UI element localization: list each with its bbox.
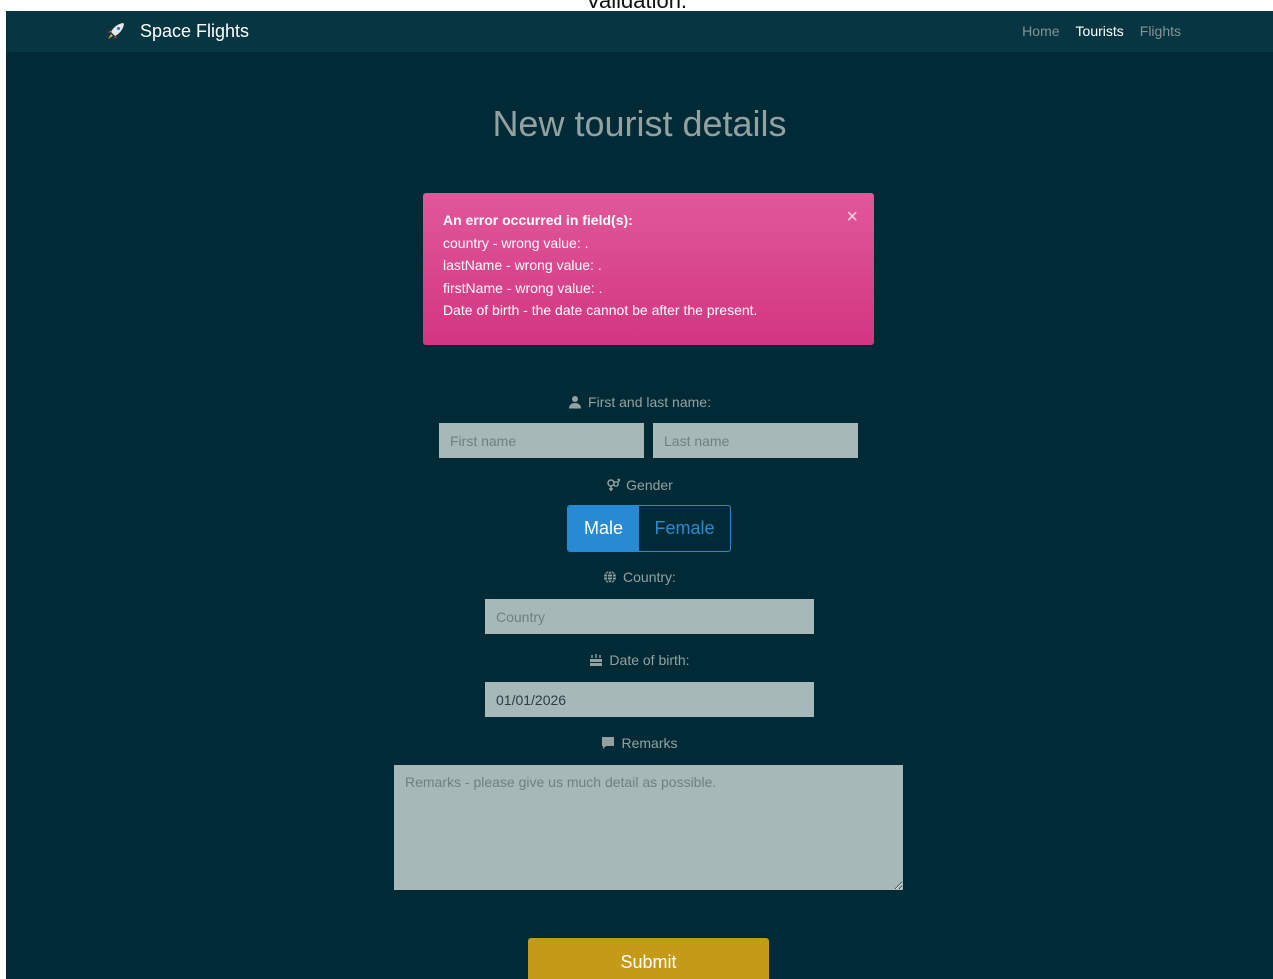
dob-label-text: Date of birth: bbox=[609, 652, 690, 668]
alert-line-lastname: lastName - wrong value: . bbox=[443, 257, 602, 273]
name-label: First and last name: bbox=[6, 394, 1273, 410]
country-label: Country: bbox=[6, 569, 1273, 585]
country-input[interactable] bbox=[485, 599, 814, 634]
globe-icon bbox=[604, 570, 617, 584]
gender-label: Gender bbox=[6, 477, 1273, 493]
nav-link-flights[interactable]: Flights bbox=[1140, 23, 1181, 39]
remarks-label-text: Remarks bbox=[621, 735, 678, 751]
close-icon[interactable]: × bbox=[846, 207, 858, 227]
alert-line-firstname: firstName - wrong value: . bbox=[443, 279, 603, 296]
gender-label-text: Gender bbox=[626, 477, 673, 493]
submit-button[interactable]: Submit bbox=[528, 938, 769, 979]
navbar: Space Flights Home Tourists Flights bbox=[6, 11, 1273, 52]
birthday-cake-icon bbox=[590, 654, 603, 666]
brand-name: Space Flights bbox=[140, 20, 250, 41]
remarks-textarea[interactable] bbox=[394, 765, 903, 890]
name-label-text: First and last name: bbox=[588, 394, 711, 410]
user-icon bbox=[569, 396, 582, 409]
comment-icon bbox=[602, 737, 615, 749]
gender-female-button[interactable]: Female bbox=[639, 506, 730, 551]
app-window: Space Flights Home Tourists Flights New … bbox=[6, 11, 1273, 979]
nav-links: Home Tourists Flights bbox=[1022, 17, 1181, 45]
brand-link[interactable]: Space Flights bbox=[106, 15, 249, 47]
dob-label: Date of birth: bbox=[6, 652, 1273, 668]
alert-line-dob: Date of birth - the date cannot be after… bbox=[443, 302, 758, 318]
country-label-text: Country: bbox=[623, 569, 676, 585]
page-title: New tourist details bbox=[492, 103, 787, 144]
rocket-icon bbox=[108, 23, 124, 39]
first-name-input[interactable] bbox=[439, 423, 644, 458]
alert-line-country: country - wrong value: . bbox=[443, 234, 589, 251]
nav-link-home[interactable]: Home bbox=[1022, 23, 1059, 39]
remarks-label: Remarks bbox=[6, 735, 1273, 751]
last-name-input[interactable] bbox=[653, 423, 858, 458]
dob-input[interactable] bbox=[485, 682, 814, 717]
gender-toggle: Male Female bbox=[567, 505, 731, 552]
nav-link-tourists[interactable]: Tourists bbox=[1076, 23, 1124, 39]
error-alert: An error occurred in field(s): country -… bbox=[423, 193, 874, 345]
gender-icon bbox=[607, 478, 621, 491]
gender-male-button[interactable]: Male bbox=[568, 506, 639, 551]
alert-heading: An error occurred in field(s): bbox=[443, 212, 633, 228]
